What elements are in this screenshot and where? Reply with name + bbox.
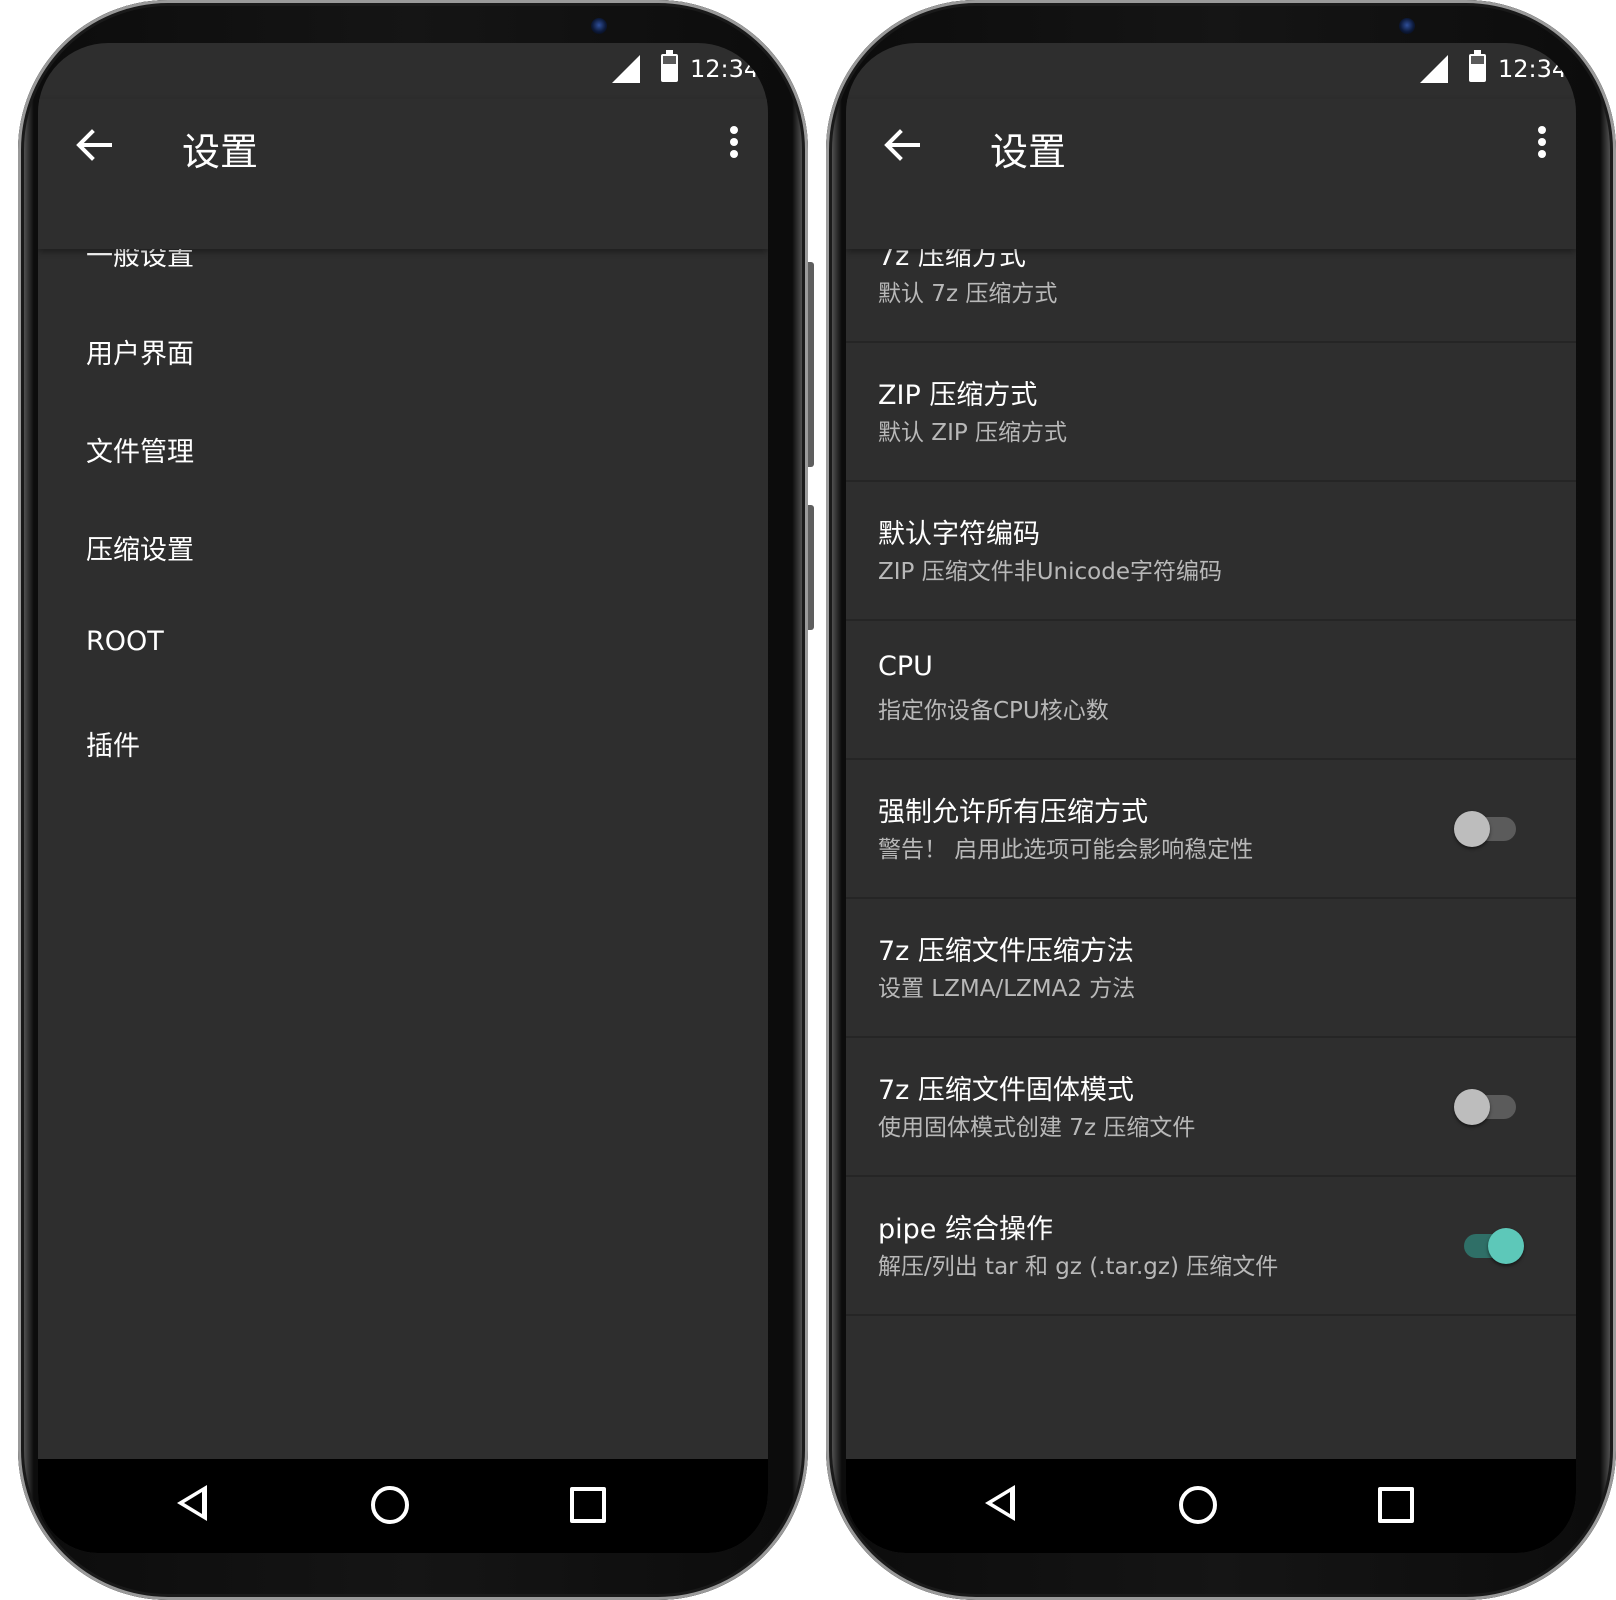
status-bar: 12:34: [38, 43, 768, 99]
category-user-interface[interactable]: 用户界面: [38, 302, 768, 400]
front-camera: [1399, 18, 1415, 34]
pref-title: 7z 压缩文件固体模式: [878, 1075, 1134, 1106]
pref-default-charset[interactable]: 默认字符编码 ZIP 压缩文件非Unicode字符编码: [846, 482, 1576, 621]
more-options-button[interactable]: [1530, 123, 1554, 163]
navigation-bar: [38, 1459, 768, 1553]
switch-thumb: [1454, 811, 1490, 847]
pref-7z-method[interactable]: 7z 压缩文件压缩方法 设置 LZMA/LZMA2 方法: [846, 899, 1576, 1038]
pref-summary: 默认 7z 压缩方式: [878, 281, 1058, 307]
category-label: 文件管理: [86, 437, 194, 468]
back-button[interactable]: [882, 125, 922, 165]
nav-back-icon[interactable]: [177, 1485, 207, 1521]
nav-home-icon[interactable]: [1179, 1486, 1217, 1524]
category-label: 插件: [86, 731, 140, 762]
category-root[interactable]: ROOT: [38, 596, 768, 694]
pref-title: pipe 综合操作: [878, 1214, 1053, 1245]
app-bar: 设置: [38, 99, 768, 249]
toggle-switch[interactable]: [1454, 811, 1524, 847]
back-button[interactable]: [74, 125, 114, 165]
pref-title: CPU: [878, 651, 933, 682]
category-label: 压缩设置: [86, 535, 194, 566]
nav-recents-icon[interactable]: [1378, 1487, 1414, 1523]
app-bar: 设置: [846, 99, 1576, 249]
pref-title: 默认字符编码: [878, 519, 1040, 550]
pref-summary: 警告！ 启用此选项可能会影响稳定性: [878, 837, 1254, 863]
pref-7z-solid-mode[interactable]: 7z 压缩文件固体模式 使用固体模式创建 7z 压缩文件: [846, 1038, 1576, 1177]
category-plugins[interactable]: 插件: [38, 694, 768, 792]
category-compression[interactable]: 压缩设置: [38, 498, 768, 596]
pref-pipe-operations[interactable]: pipe 综合操作 解压/列出 tar 和 gz (.tar.gz) 压缩文件: [846, 1177, 1576, 1316]
toggle-switch[interactable]: [1454, 1228, 1524, 1264]
compression-settings-list: 7z 压缩方式 默认 7z 压缩方式 ZIP 压缩方式 默认 ZIP 压缩方式 …: [846, 204, 1576, 1316]
pref-zip-compression-method[interactable]: ZIP 压缩方式 默认 ZIP 压缩方式: [846, 343, 1576, 482]
category-label: ROOT: [86, 626, 164, 657]
pref-cpu[interactable]: CPU 指定你设备CPU核心数: [846, 621, 1576, 760]
pref-summary: 解压/列出 tar 和 gz (.tar.gz) 压缩文件: [878, 1254, 1279, 1280]
status-time: 12:34: [690, 55, 760, 83]
page-title: 设置: [182, 130, 259, 174]
signal-icon: [1420, 55, 1448, 83]
pref-summary: ZIP 压缩文件非Unicode字符编码: [878, 559, 1222, 585]
power-button: [808, 505, 814, 630]
volume-button: [808, 262, 814, 467]
more-vert-icon: [730, 126, 738, 134]
nav-back-icon[interactable]: [985, 1485, 1015, 1521]
pref-force-all-methods[interactable]: 强制允许所有压缩方式 警告！ 启用此选项可能会影响稳定性: [846, 760, 1576, 899]
screen-left: 12:34 设置 一般设置 用户界面 文件管理 压缩设置 ROOT 插件: [38, 43, 768, 1553]
page-title: 设置: [990, 130, 1067, 174]
phone-frame-right: 12:34 设置 7z 压缩方式 默认 7z 压缩方式 ZIP 压缩方式 默认 …: [826, 0, 1616, 1600]
pref-summary: 使用固体模式创建 7z 压缩文件: [878, 1115, 1196, 1141]
pref-summary: 默认 ZIP 压缩方式: [878, 420, 1068, 446]
pref-summary: 指定你设备CPU核心数: [878, 698, 1109, 724]
pref-title: 7z 压缩文件压缩方法: [878, 936, 1134, 967]
more-vert-icon: [1538, 126, 1546, 134]
pref-title: ZIP 压缩方式: [878, 380, 1038, 411]
screen-right: 12:34 设置 7z 压缩方式 默认 7z 压缩方式 ZIP 压缩方式 默认 …: [846, 43, 1576, 1553]
nav-recents-icon[interactable]: [570, 1487, 606, 1523]
battery-icon: [661, 50, 678, 82]
switch-thumb: [1488, 1228, 1524, 1264]
pref-summary: 设置 LZMA/LZMA2 方法: [878, 976, 1136, 1002]
navigation-bar: [846, 1459, 1576, 1553]
status-bar: 12:34: [846, 43, 1576, 99]
settings-category-list: 一般设置 用户界面 文件管理 压缩设置 ROOT 插件: [38, 204, 768, 792]
switch-thumb: [1454, 1089, 1490, 1125]
category-label: 用户界面: [86, 339, 194, 370]
arrow-back-icon: [76, 129, 112, 161]
pref-title: 强制允许所有压缩方式: [878, 797, 1148, 828]
nav-home-icon[interactable]: [371, 1486, 409, 1524]
toggle-switch[interactable]: [1454, 1089, 1524, 1125]
battery-icon: [1469, 50, 1486, 82]
arrow-back-icon: [884, 129, 920, 161]
status-time: 12:34: [1498, 55, 1568, 83]
category-file-management[interactable]: 文件管理: [38, 400, 768, 498]
front-camera: [591, 18, 607, 34]
more-options-button[interactable]: [722, 123, 746, 163]
phone-frame-left: 12:34 设置 一般设置 用户界面 文件管理 压缩设置 ROOT 插件: [18, 0, 814, 1600]
signal-icon: [612, 55, 640, 83]
